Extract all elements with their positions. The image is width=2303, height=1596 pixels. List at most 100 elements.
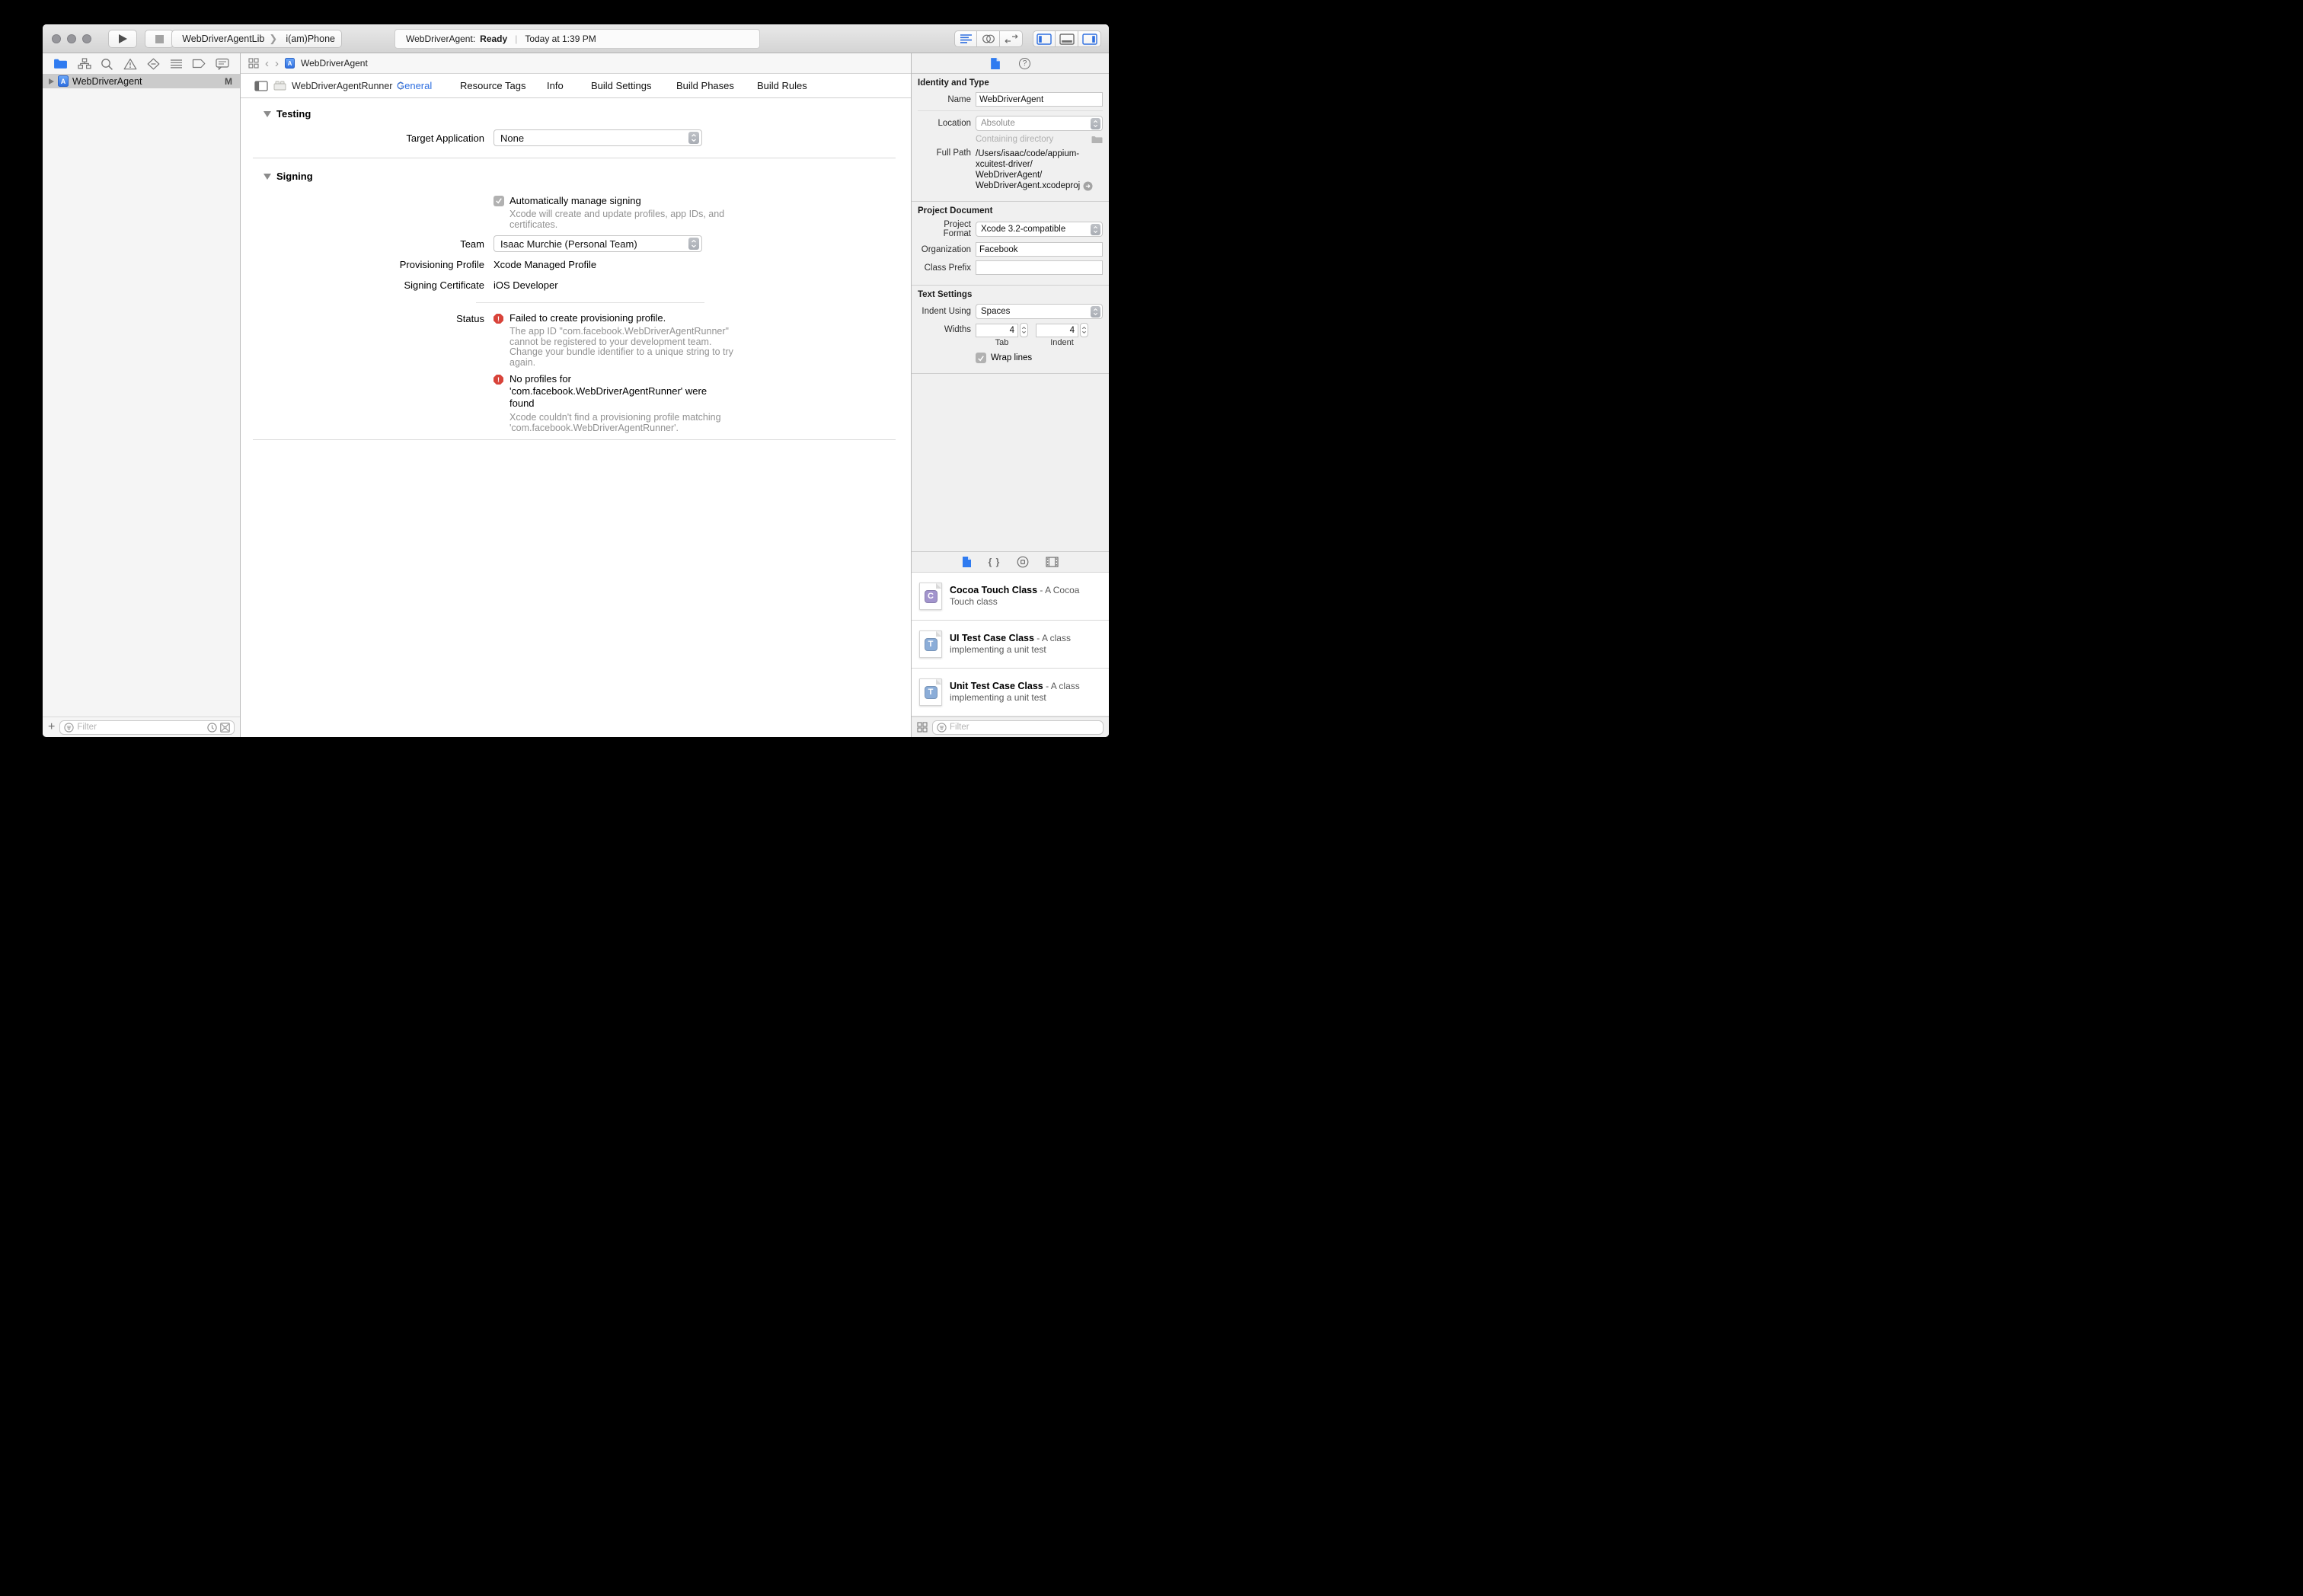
- signing-section-header[interactable]: Signing: [264, 171, 313, 182]
- toggle-debug-area-button[interactable]: [1056, 30, 1078, 47]
- file-template-icon: T: [919, 630, 942, 658]
- file-template-icon: T: [919, 678, 942, 706]
- breakpoint-navigator-icon[interactable]: [192, 59, 206, 69]
- forward-button[interactable]: ›: [275, 58, 279, 69]
- tab-general[interactable]: General: [397, 80, 432, 91]
- back-button[interactable]: ‹: [265, 58, 269, 69]
- hide-project-list-icon[interactable]: [254, 81, 268, 91]
- indent-width-stepper[interactable]: [1080, 323, 1088, 337]
- close-window-button[interactable]: [52, 34, 61, 43]
- target-application-label: Target Application: [241, 132, 484, 144]
- report-navigator-icon[interactable]: [216, 58, 229, 70]
- symbol-navigator-icon[interactable]: [78, 58, 91, 69]
- widths-label: Widths: [918, 323, 976, 334]
- location-popup[interactable]: Absolute: [976, 116, 1103, 131]
- jumpbar-file-name[interactable]: WebDriverAgent: [301, 58, 368, 69]
- navigator-filter-field[interactable]: [59, 720, 235, 735]
- xcodeproj-icon: A: [58, 75, 69, 87]
- library-tab-bar: { }: [912, 552, 1109, 573]
- toggle-inspector-button[interactable]: [1078, 30, 1101, 47]
- tab-width-field[interactable]: 4: [976, 324, 1018, 337]
- provisioning-profile-value: Xcode Managed Profile: [494, 259, 596, 270]
- scheme-selector[interactable]: WebDriverAgentLib ❯ i(am)Phone: [171, 30, 342, 48]
- project-navigator-icon[interactable]: [53, 58, 68, 69]
- project-row[interactable]: A WebDriverAgent M: [43, 74, 240, 88]
- auto-signing-checkbox[interactable]: [494, 196, 504, 206]
- version-editor-button[interactable]: [1000, 30, 1023, 47]
- auto-signing-label: Automatically manage signing: [509, 195, 641, 206]
- testing-section-header[interactable]: Testing: [264, 108, 311, 120]
- source-control-filter-icon[interactable]: [220, 723, 230, 733]
- debug-navigator-icon[interactable]: [170, 59, 183, 69]
- debug-panel-icon: [1059, 34, 1075, 45]
- inspector-panel: ? Identity and Type Name WebDriverAgent …: [911, 53, 1109, 737]
- project-document-title: Project Document: [918, 206, 1103, 215]
- library-item-cocoa-touch-class[interactable]: C Cocoa Touch Class - A Cocoa Touch clas…: [912, 573, 1109, 621]
- standard-editor-icon: [960, 34, 973, 44]
- scheme-name: WebDriverAgentLib: [182, 34, 264, 44]
- project-document-section: Project Document Project Format Xcode 3.…: [912, 202, 1109, 286]
- tab-info[interactable]: Info: [547, 80, 564, 91]
- target-selector[interactable]: WebDriverAgentRunner: [292, 81, 392, 91]
- search-navigator-icon[interactable]: [101, 58, 113, 70]
- quick-help-inspector-icon[interactable]: ?: [1019, 58, 1030, 69]
- test-navigator-icon[interactable]: [147, 58, 160, 70]
- grid-view-icon[interactable]: [917, 722, 928, 733]
- assistant-editor-button[interactable]: [977, 30, 1000, 47]
- zoom-window-button[interactable]: [82, 34, 91, 43]
- class-prefix-field[interactable]: [976, 260, 1103, 275]
- project-format-popup[interactable]: Xcode 3.2-compatible: [976, 222, 1103, 237]
- section-collapse-icon[interactable]: [264, 111, 271, 117]
- library-item-unit-test-case-class[interactable]: T Unit Test Case Class - A class impleme…: [912, 669, 1109, 717]
- navigator-empty-area: [43, 88, 240, 717]
- status-divider: [476, 302, 704, 303]
- section-collapse-icon[interactable]: [264, 174, 271, 180]
- class-badge: C: [925, 590, 937, 603]
- object-library-icon[interactable]: [1017, 556, 1029, 568]
- add-button[interactable]: +: [48, 721, 55, 733]
- disclosure-triangle-icon[interactable]: [49, 78, 54, 85]
- run-button[interactable]: [108, 30, 137, 48]
- target-application-popup[interactable]: None: [494, 129, 702, 146]
- code-snippets-icon[interactable]: { }: [989, 557, 1001, 567]
- target-icon: [273, 81, 286, 91]
- related-items-icon[interactable]: [248, 58, 259, 69]
- tab-build-rules[interactable]: Build Rules: [757, 80, 807, 91]
- class-badge: T: [925, 686, 937, 699]
- activity-viewer[interactable]: WebDriverAgent: Ready | Today at 1:39 PM: [394, 29, 760, 49]
- tab-build-settings[interactable]: Build Settings: [591, 80, 652, 91]
- filter-input[interactable]: [77, 723, 204, 732]
- team-popup[interactable]: Isaac Murchie (Personal Team): [494, 235, 702, 252]
- team-value: Isaac Murchie (Personal Team): [500, 238, 688, 250]
- navigator-sidebar: A WebDriverAgent M +: [43, 53, 241, 737]
- indent-width-field[interactable]: 4: [1036, 324, 1078, 337]
- class-badge: T: [925, 638, 937, 651]
- standard-editor-button[interactable]: [954, 30, 977, 47]
- file-inspector-icon[interactable]: [990, 57, 1001, 70]
- library-item-ui-test-case-class[interactable]: T UI Test Case Class - A class implement…: [912, 621, 1109, 669]
- indent-using-popup[interactable]: Spaces: [976, 304, 1103, 319]
- recent-files-clock-icon[interactable]: [207, 723, 217, 733]
- tab-build-phases[interactable]: Build Phases: [676, 80, 734, 91]
- minimize-window-button[interactable]: [67, 34, 76, 43]
- status-time: Today at 1:39 PM: [525, 34, 596, 44]
- indent-using-value: Spaces: [981, 307, 1091, 316]
- folder-icon[interactable]: [1091, 136, 1103, 144]
- name-field[interactable]: WebDriverAgent: [976, 92, 1103, 107]
- toggle-navigator-button[interactable]: [1033, 30, 1056, 47]
- tab-width-stepper[interactable]: [1020, 323, 1028, 337]
- file-templates-icon[interactable]: [962, 556, 972, 568]
- library-filter-field[interactable]: [932, 720, 1104, 735]
- indent-sublabel: Indent: [1036, 338, 1088, 347]
- media-library-icon[interactable]: [1046, 557, 1059, 567]
- navigator-filter-bar: +: [43, 717, 240, 737]
- organization-field[interactable]: Facebook: [976, 242, 1103, 257]
- section-divider: [253, 439, 896, 440]
- tab-resource-tags[interactable]: Resource Tags: [460, 80, 525, 91]
- open-arrow-icon[interactable]: [1083, 181, 1093, 191]
- issue-navigator-icon[interactable]: [123, 58, 137, 70]
- wrap-lines-checkbox[interactable]: [976, 353, 986, 363]
- signing-certificate-label: Signing Certificate: [241, 279, 484, 291]
- library-filter-input[interactable]: [950, 723, 1099, 732]
- stop-button[interactable]: [145, 30, 174, 48]
